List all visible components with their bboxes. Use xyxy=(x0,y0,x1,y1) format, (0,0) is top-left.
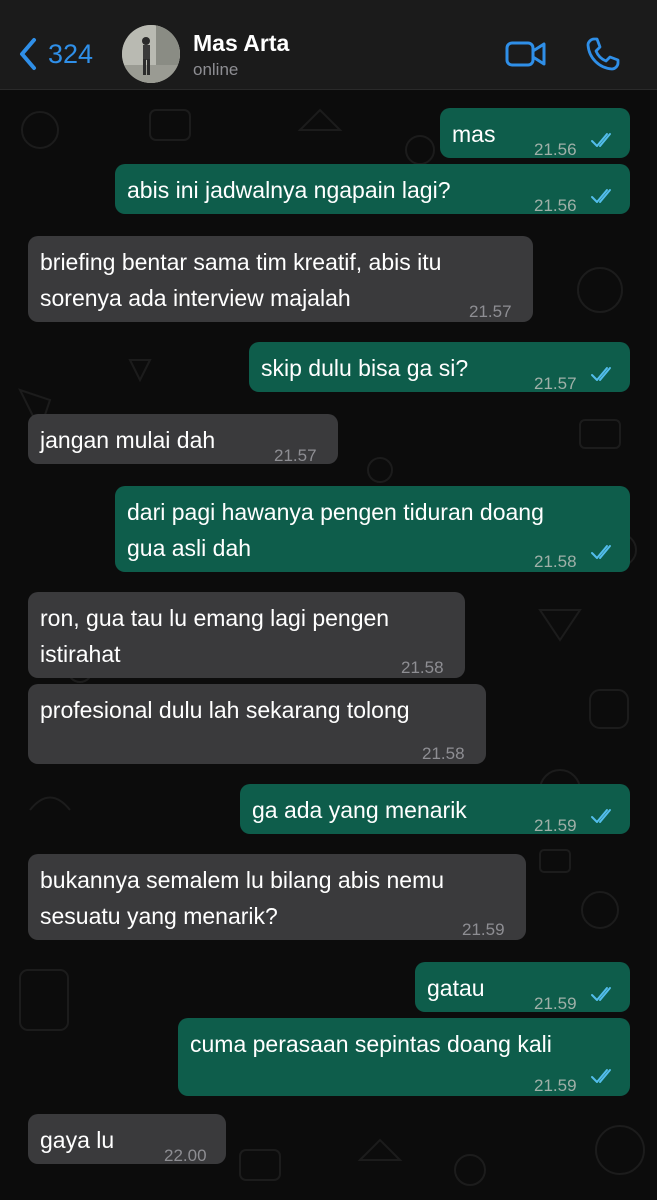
message-time: 21.58 xyxy=(422,744,465,763)
avatar-image xyxy=(122,25,180,83)
message-time: 21.58 xyxy=(534,552,577,571)
message-bubble-incoming[interactable]: gaya lu 22.00 xyxy=(28,1114,226,1165)
message-time: 21.59 xyxy=(462,920,505,939)
message-text: gatau xyxy=(427,975,485,1001)
contact-status: online xyxy=(193,60,239,79)
message-bubble-outgoing[interactable]: skip dulu bisa ga si? 21.57 xyxy=(249,342,630,393)
message-text: gaya lu xyxy=(40,1127,115,1153)
chat-area[interactable]: mas 21.56 abis ini jadwalnya ngapain lag… xyxy=(0,90,657,1200)
message-text: mas xyxy=(452,121,496,147)
message-time: 21.56 xyxy=(534,140,577,159)
message-bubble-incoming[interactable]: jangan mulai dah 21.57 xyxy=(28,414,338,465)
phone-icon[interactable] xyxy=(585,36,621,77)
avatar[interactable] xyxy=(122,25,180,83)
message-text-line: briefing bentar sama tim kreatif, abis i… xyxy=(40,249,442,275)
message-time: 21.57 xyxy=(469,302,512,321)
read-ticks-icon xyxy=(591,133,611,147)
contact-name[interactable]: Mas Arta xyxy=(193,30,289,57)
message-bubble-incoming[interactable]: briefing bentar sama tim kreatif, abis i… xyxy=(28,236,533,322)
read-ticks-icon xyxy=(591,809,611,823)
message-text-line: sorenya ada interview majalah xyxy=(40,285,351,311)
message-text-line: sesuatu yang menarik? xyxy=(40,903,278,929)
message-text-line: ron, gua tau lu emang lagi pengen xyxy=(40,605,390,631)
chat-header: 324 Mas Arta online xyxy=(0,0,657,90)
video-call-icon[interactable] xyxy=(505,40,547,73)
message-bubble-outgoing[interactable]: cuma perasaan sepintas doang kali 21.59 xyxy=(178,1018,630,1096)
read-ticks-icon xyxy=(591,367,611,381)
message-time: 21.57 xyxy=(274,446,317,465)
read-ticks-icon xyxy=(591,545,611,559)
message-text-line: dari pagi hawanya pengen tiduran doang xyxy=(127,499,544,525)
message-time: 21.57 xyxy=(534,374,577,393)
message-time: 21.58 xyxy=(401,658,444,677)
unread-count: 324 xyxy=(48,38,94,69)
message-text: ga ada yang menarik xyxy=(252,797,467,823)
message-text: abis ini jadwalnya ngapain lagi? xyxy=(127,177,451,203)
message-text: cuma perasaan sepintas doang kali xyxy=(190,1031,552,1057)
message-bubble-outgoing[interactable]: gatau 21.59 xyxy=(415,962,630,1013)
message-text: jangan mulai dah xyxy=(40,427,216,453)
message-time: 21.59 xyxy=(534,994,577,1013)
message-bubble-outgoing[interactable]: mas 21.56 xyxy=(440,108,630,159)
message-time: 22.00 xyxy=(164,1146,207,1165)
message-bubble-outgoing[interactable]: abis ini jadwalnya ngapain lagi? 21.56 xyxy=(115,164,630,215)
message-time: 21.59 xyxy=(534,816,577,835)
message-bubble-incoming[interactable]: ron, gua tau lu emang lagi pengen istira… xyxy=(28,592,465,678)
message-bubble-outgoing[interactable]: dari pagi hawanya pengen tiduran doang g… xyxy=(115,486,630,572)
chevron-left-icon xyxy=(20,38,36,70)
message-bubble-incoming[interactable]: bukannya semalem lu bilang abis nemu ses… xyxy=(28,854,526,940)
read-ticks-icon xyxy=(591,1069,611,1083)
message-text-line: bukannya semalem lu bilang abis nemu xyxy=(40,867,445,893)
read-ticks-icon xyxy=(591,987,611,1001)
message-time: 21.56 xyxy=(534,196,577,215)
back-button[interactable]: 324 xyxy=(18,34,93,74)
message-text: profesional dulu lah sekarang tolong xyxy=(40,697,410,723)
message-text-line: istirahat xyxy=(40,641,121,667)
message-bubble-outgoing[interactable]: ga ada yang menarik 21.59 xyxy=(240,784,630,835)
read-ticks-icon xyxy=(591,189,611,203)
message-time: 21.59 xyxy=(534,1076,577,1095)
message-bubble-incoming[interactable]: profesional dulu lah sekarang tolong 21.… xyxy=(28,684,486,764)
message-text: skip dulu bisa ga si? xyxy=(261,355,469,381)
